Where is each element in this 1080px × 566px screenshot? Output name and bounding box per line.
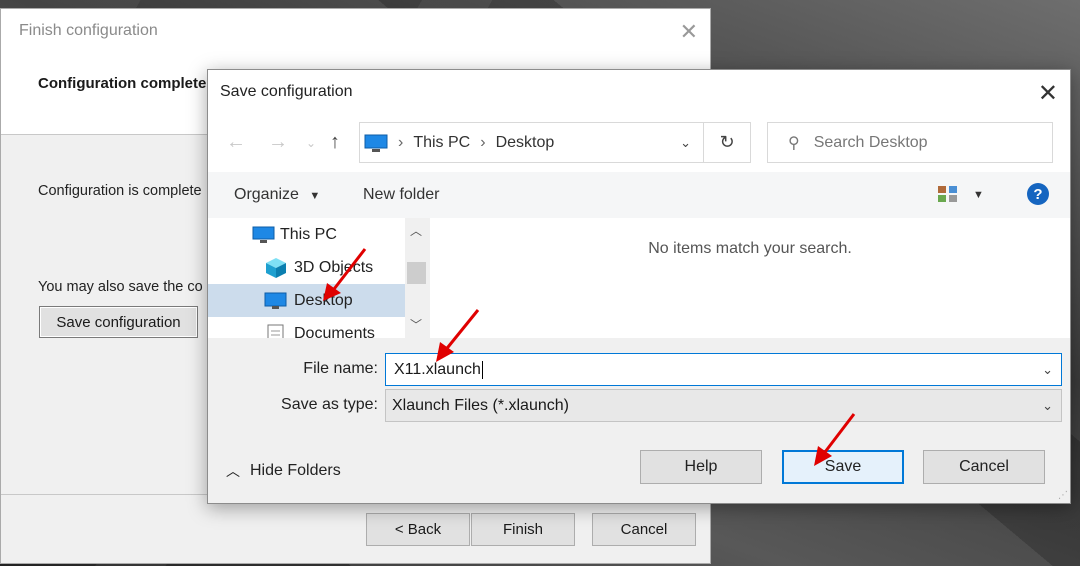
save-configuration-dialog: Save configuration ✕ ← → ⌄ ↑ › This PC ›… bbox=[207, 69, 1071, 504]
search-icon: ⚲ bbox=[788, 134, 800, 152]
computer-icon bbox=[252, 226, 275, 243]
help-button[interactable]: Help bbox=[640, 450, 762, 484]
organize-dropdown-icon: ▼ bbox=[309, 190, 321, 202]
up-arrow-icon[interactable]: ↑ bbox=[330, 131, 340, 154]
save-as-type-value: Xlaunch Files (*.xlaunch) bbox=[392, 396, 569, 414]
folder-tree-scrollbar[interactable]: ︿ ﹀ bbox=[405, 218, 428, 338]
text-cursor bbox=[481, 360, 483, 379]
help-icon[interactable]: ? bbox=[1026, 182, 1050, 211]
wizard-title: Finish configuration bbox=[1, 9, 710, 53]
breadcrumb-separator-icon: › bbox=[480, 133, 486, 151]
nav-item-label: This PC bbox=[280, 225, 337, 243]
save-as-type-select[interactable]: Xlaunch Files (*.xlaunch) ⌄ bbox=[385, 389, 1062, 422]
chevron-down-icon[interactable]: ﹀ bbox=[410, 316, 422, 333]
organize-menu[interactable]: Organize ▼ bbox=[234, 186, 320, 204]
wizard-save-hint: You may also save the co bbox=[38, 279, 203, 295]
view-icon[interactable] bbox=[937, 184, 959, 209]
refresh-icon[interactable]: ↻ bbox=[704, 122, 751, 163]
nav-item-label: Documents bbox=[294, 324, 375, 339]
empty-message: No items match your search. bbox=[648, 240, 852, 257]
recent-chevron-icon[interactable]: ⌄ bbox=[306, 136, 316, 150]
view-dropdown-icon[interactable]: ▼ bbox=[973, 189, 984, 201]
breadcrumb-this-pc[interactable]: This PC bbox=[413, 134, 470, 152]
search-placeholder: Search Desktop bbox=[813, 133, 928, 151]
address-bar[interactable]: › This PC › Desktop ⌄ bbox=[359, 122, 704, 163]
file-name-label: File name: bbox=[303, 360, 378, 377]
hide-folders-label: Hide Folders bbox=[250, 462, 341, 479]
back-arrow-icon[interactable]: ← bbox=[226, 131, 246, 154]
back-button[interactable]: < Back bbox=[366, 513, 470, 546]
nav-item-desktop[interactable]: Desktop bbox=[208, 284, 405, 317]
finish-button[interactable]: Finish bbox=[471, 513, 575, 546]
desktop-icon bbox=[264, 292, 287, 309]
chevron-up-icon: ︿ bbox=[226, 463, 240, 479]
breadcrumb-separator-icon: › bbox=[398, 133, 404, 151]
dialog-close-icon[interactable]: ✕ bbox=[1038, 79, 1058, 108]
resize-grip-icon[interactable]: ⋰ bbox=[1058, 490, 1068, 501]
file-name-chevron-down-icon[interactable]: ⌄ bbox=[1042, 362, 1053, 378]
document-icon bbox=[267, 324, 284, 338]
nav-item-3d-objects[interactable]: 3D Objects bbox=[208, 251, 405, 284]
wizard-cancel-button[interactable]: Cancel bbox=[592, 513, 696, 546]
nav-item-label: 3D Objects bbox=[294, 258, 374, 276]
forward-arrow-icon[interactable]: → bbox=[268, 131, 288, 154]
save-as-type-label: Save as type: bbox=[281, 396, 378, 413]
dialog-title: Save configuration bbox=[208, 70, 1070, 114]
cube-icon bbox=[266, 257, 286, 278]
nav-item-label: Desktop bbox=[294, 291, 353, 309]
nav-item-documents[interactable]: Documents bbox=[208, 317, 405, 338]
chevron-up-icon[interactable]: ︿ bbox=[410, 222, 422, 239]
wizard-save-configuration-button[interactable]: Save configuration bbox=[39, 306, 198, 338]
address-chevron-down-icon[interactable]: ⌄ bbox=[680, 135, 691, 151]
scroll-thumb[interactable] bbox=[407, 262, 426, 284]
breadcrumb-desktop[interactable]: Desktop bbox=[496, 134, 555, 152]
cancel-button[interactable]: Cancel bbox=[923, 450, 1045, 484]
folder-tree: This PC 3D Objects Desktop Documents ︿ ﹀ bbox=[208, 218, 428, 338]
search-input[interactable]: ⚲ Search Desktop bbox=[767, 122, 1053, 163]
nav-item-this-pc[interactable]: This PC bbox=[208, 218, 405, 251]
file-name-value: X11.xlaunch bbox=[394, 360, 481, 378]
wizard-body-text: Configuration is complete bbox=[38, 183, 202, 199]
file-list[interactable]: No items match your search. bbox=[430, 218, 1070, 338]
save-type-chevron-down-icon: ⌄ bbox=[1042, 397, 1053, 413]
svg-text:?: ? bbox=[1033, 186, 1042, 203]
dialog-toolbar: Organize ▼ New folder ▼ ? bbox=[208, 172, 1070, 218]
wizard-close-icon[interactable]: ✕ bbox=[680, 19, 698, 45]
organize-label: Organize bbox=[234, 186, 299, 203]
computer-icon bbox=[364, 134, 388, 152]
new-folder-button[interactable]: New folder bbox=[363, 186, 439, 204]
file-name-input[interactable]: X11.xlaunch ⌄ bbox=[385, 353, 1062, 386]
save-button[interactable]: Save bbox=[782, 450, 904, 484]
hide-folders-button[interactable]: ︿ Hide Folders bbox=[226, 461, 341, 481]
navigation-bar: ← → ⌄ ↑ › This PC › Desktop ⌄ ↻ ⚲ Search… bbox=[208, 114, 1070, 172]
